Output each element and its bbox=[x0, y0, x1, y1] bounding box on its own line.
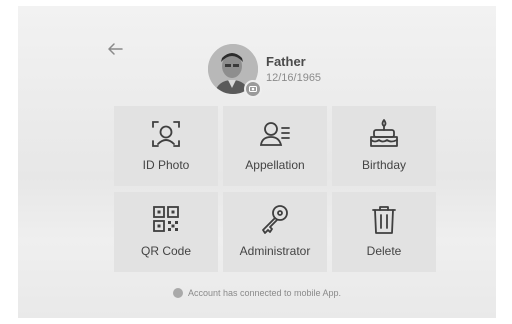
connection-status-text: Account has connected to mobile App. bbox=[187, 288, 342, 298]
profile-name: Father bbox=[266, 54, 306, 69]
qr-code-button[interactable]: QR Code bbox=[114, 192, 218, 272]
delete-label: Delete bbox=[366, 244, 402, 258]
appellation-label: Appellation bbox=[245, 158, 305, 172]
status-dot-icon bbox=[172, 287, 183, 298]
camera-badge-icon[interactable] bbox=[244, 80, 262, 98]
back-arrow-icon[interactable] bbox=[106, 40, 124, 58]
profile-header: Father 12/16/1965 bbox=[208, 44, 408, 104]
qr-code-label: QR Code bbox=[140, 244, 192, 258]
person-list-icon bbox=[259, 122, 290, 146]
settings-grid: ID Photo Appellation Birthday QR Code Ad… bbox=[114, 106, 440, 272]
connection-status: Account has connected to mobile App. bbox=[18, 287, 496, 299]
key-icon bbox=[262, 205, 288, 234]
delete-button[interactable]: Delete bbox=[332, 192, 436, 272]
appellation-button[interactable]: Appellation bbox=[223, 106, 327, 186]
trash-icon bbox=[372, 206, 396, 234]
id-photo-label: ID Photo bbox=[142, 158, 190, 172]
administrator-button[interactable]: Administrator bbox=[223, 192, 327, 272]
face-scan-icon bbox=[152, 121, 180, 147]
profile-birthdate: 12/16/1965 bbox=[266, 72, 322, 84]
birthday-cake-icon bbox=[370, 119, 398, 147]
profile-settings-screen: Father 12/16/1965 ID Photo Appellation B… bbox=[18, 6, 496, 318]
id-photo-button[interactable]: ID Photo bbox=[114, 106, 218, 186]
birthday-button[interactable]: Birthday bbox=[332, 106, 436, 186]
administrator-label: Administrator bbox=[239, 244, 311, 258]
birthday-label: Birthday bbox=[361, 158, 407, 172]
qr-code-icon bbox=[153, 206, 179, 232]
